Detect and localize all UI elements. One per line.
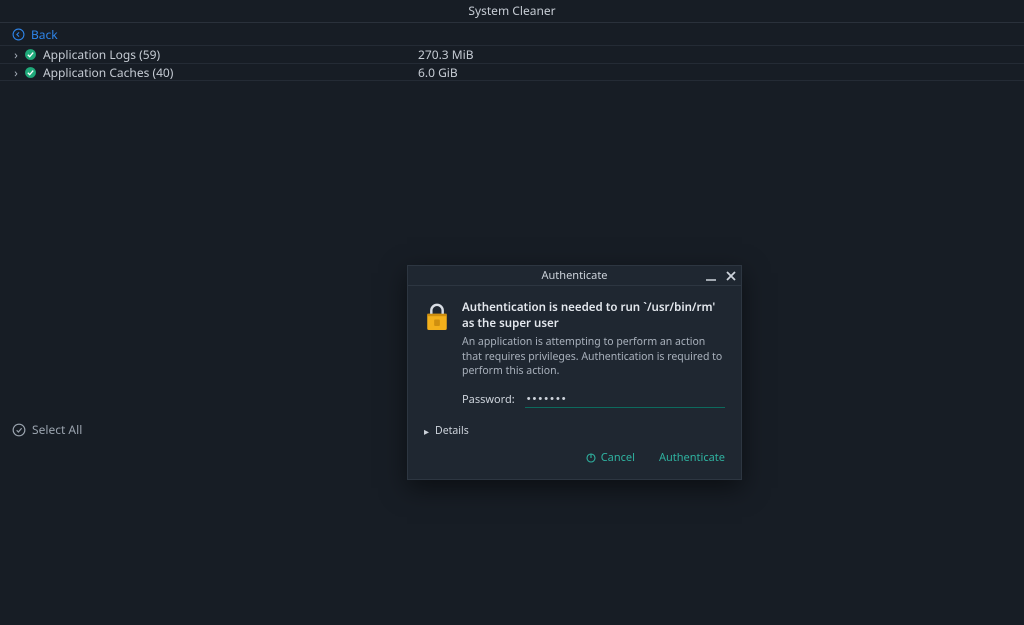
category-list: › Application Logs (59) 270.3 MiB › Appl… [0,45,1024,81]
password-input[interactable] [525,391,725,408]
check-circle-icon [24,48,37,61]
dialog-title: Authenticate [408,268,741,283]
password-label: Password: [462,392,515,407]
authenticate-label: Authenticate [659,450,725,465]
list-item-label: Application Logs (59) [43,46,160,63]
list-item[interactable]: › Application Caches (40) 6.0 GiB [0,63,1024,81]
cancel-label: Cancel [601,450,635,465]
list-item[interactable]: › Application Logs (59) 270.3 MiB [0,45,1024,63]
list-item-size: 6.0 GiB [418,64,458,81]
minimize-button[interactable] [705,270,717,282]
select-all-button[interactable]: Select All [12,421,82,438]
details-toggle[interactable]: ▸ Details [408,412,741,438]
details-label: Details [435,424,469,438]
authenticate-button[interactable]: Authenticate [659,450,725,465]
minimize-icon [705,270,717,282]
cancel-button[interactable]: Cancel [585,450,635,465]
close-icon [725,270,737,282]
back-label: Back [31,26,58,43]
dialog-heading: Authentication is needed to run `/usr/bi… [462,300,725,331]
check-circle-icon [24,66,37,79]
dialog-titlebar[interactable]: Authenticate [408,266,741,286]
list-item-size: 270.3 MiB [418,46,474,63]
window-title: System Cleaner [0,0,1024,22]
back-button[interactable]: Back [0,23,1024,45]
authenticate-dialog: Authenticate Authentication is needed [407,265,742,480]
select-all-label: Select All [32,421,82,438]
chevron-right-icon: › [12,46,20,63]
check-circle-outline-icon [12,423,26,437]
chevron-right-icon: › [12,64,20,81]
lock-icon [424,302,450,332]
power-icon [585,452,597,464]
back-arrow-icon [12,28,25,41]
chevron-right-icon: ▸ [424,424,429,438]
dialog-description: An application is attempting to perform … [462,335,725,379]
list-item-label: Application Caches (40) [43,64,173,81]
close-button[interactable] [725,270,737,282]
